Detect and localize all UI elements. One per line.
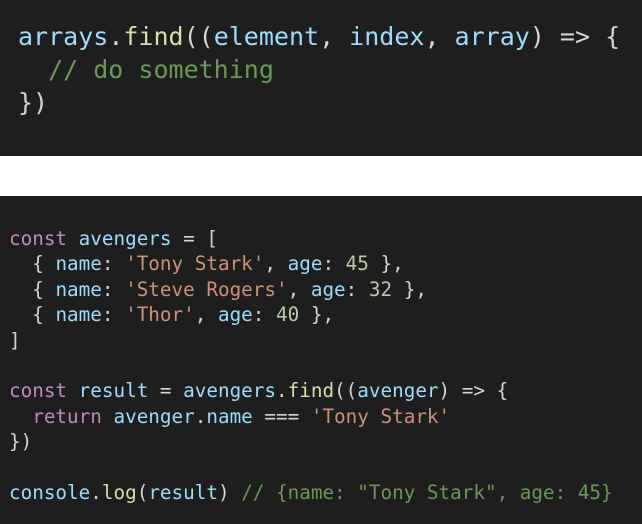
code-token-punctuation: , xyxy=(264,252,288,276)
code-token-punctuation: ( xyxy=(136,480,149,504)
code-token-keyword: const xyxy=(9,379,79,403)
code-token-variable: avenger xyxy=(113,404,195,428)
code-token-punctuation: ) => { xyxy=(438,379,509,403)
code-line: // do something xyxy=(18,53,620,86)
code-token-variable: console xyxy=(9,480,91,504)
code-token-punctuation: }) xyxy=(9,430,33,454)
code-token-function: find xyxy=(287,379,335,403)
code-token-string: 'Tony Stark' xyxy=(125,252,265,276)
code-line: }) xyxy=(18,86,620,119)
code-token-string: 'Tony Stark' xyxy=(310,404,451,428)
code-token-function: find xyxy=(123,22,184,51)
code-token-punctuation: , xyxy=(287,277,311,301)
code-token-variable: name xyxy=(55,252,102,276)
code-token-punctuation: . xyxy=(194,404,207,428)
code-token-punctuation: = [ xyxy=(171,227,218,250)
code-token-keyword: const xyxy=(9,227,79,250)
code-token-punctuation: , xyxy=(319,22,350,51)
code-token-variable: array xyxy=(454,22,530,51)
code-token-variable: age xyxy=(310,277,346,301)
code-token-function: log xyxy=(101,480,137,504)
code-token-number: 32 xyxy=(368,277,393,301)
code-token-comment: // {name: "Tony Stark", age: 45} xyxy=(241,480,613,504)
code-token-punctuation: : xyxy=(322,252,346,276)
code-token-variable: name xyxy=(206,404,253,428)
code-token-punctuation: : xyxy=(252,303,277,327)
code-token-punctuation: : xyxy=(101,303,126,327)
code-token-variable: avengers xyxy=(78,227,172,250)
code-token-variable: avenger xyxy=(357,379,439,403)
code-token-punctuation: (( xyxy=(183,22,214,51)
code-token-variable: age xyxy=(217,303,253,327)
code-line: const result = avengers.find((avenger) =… xyxy=(9,378,613,403)
code-token-variable: avengers xyxy=(183,379,277,403)
code-token-punctuation: { xyxy=(9,252,56,276)
code-line: return avenger.name === 'Tony Stark' xyxy=(9,404,613,429)
code-line: }) xyxy=(9,429,613,454)
code-token-punctuation: (( xyxy=(334,379,358,403)
code-line: ] xyxy=(9,328,613,353)
code-line: { name: 'Thor', age: 40 }, xyxy=(9,302,613,327)
code-token-variable: age xyxy=(287,252,323,276)
code-line: arrays.find((element, index, array) => { xyxy=(18,20,620,53)
code-token-keyword: return xyxy=(9,404,114,428)
code-token-punctuation: , xyxy=(424,22,455,51)
code-token-punctuation: , xyxy=(194,303,218,327)
code-token-punctuation: ) => { xyxy=(529,22,621,51)
code-token-punctuation: }, xyxy=(368,252,404,276)
code-token-punctuation: = xyxy=(148,379,184,403)
code-token-punctuation: ) xyxy=(217,480,242,504)
code-token-punctuation: . xyxy=(90,480,102,504)
code-token-string: 'Steve Rogers' xyxy=(125,277,288,301)
code-block-find-signature: arrays.find((element, index, array) => {… xyxy=(18,20,620,119)
code-token-punctuation: : xyxy=(101,252,126,276)
code-token-punctuation: { xyxy=(9,277,56,301)
code-token-comment: // do something xyxy=(18,55,274,84)
code-token-punctuation: . xyxy=(108,22,124,51)
code-token-variable: result xyxy=(78,379,149,403)
code-token-punctuation: === xyxy=(252,404,311,428)
code-token-variable: index xyxy=(349,22,425,51)
code-token-variable: arrays xyxy=(18,22,109,51)
code-token-punctuation: . xyxy=(276,379,288,403)
code-token-punctuation: }, xyxy=(392,277,427,301)
code-token-variable: result xyxy=(148,480,218,504)
code-token-punctuation: { xyxy=(9,303,56,327)
code-token-punctuation: : xyxy=(345,277,369,301)
code-line: { name: 'Tony Stark', age: 45 }, xyxy=(9,251,613,276)
code-block-find-example: const avengers = [ { name: 'Tony Stark',… xyxy=(9,226,613,505)
code-token-punctuation: ] xyxy=(9,328,21,352)
code-token-variable: name xyxy=(55,303,102,327)
code-line: const avengers = [ xyxy=(9,226,613,251)
code-token-variable: element xyxy=(213,22,320,51)
code-token-string: 'Thor' xyxy=(125,303,195,327)
code-token-number: 40 xyxy=(276,303,300,327)
code-token-punctuation: }) xyxy=(18,88,49,117)
code-token-punctuation: }, xyxy=(299,303,335,327)
code-line: { name: 'Steve Rogers', age: 32 }, xyxy=(9,277,613,302)
code-token-number: 45 xyxy=(345,252,369,276)
code-token-variable: name xyxy=(55,277,102,301)
code-token-punctuation: : xyxy=(101,277,126,301)
code-line: console.log(result) // {name: "Tony Star… xyxy=(9,480,613,505)
